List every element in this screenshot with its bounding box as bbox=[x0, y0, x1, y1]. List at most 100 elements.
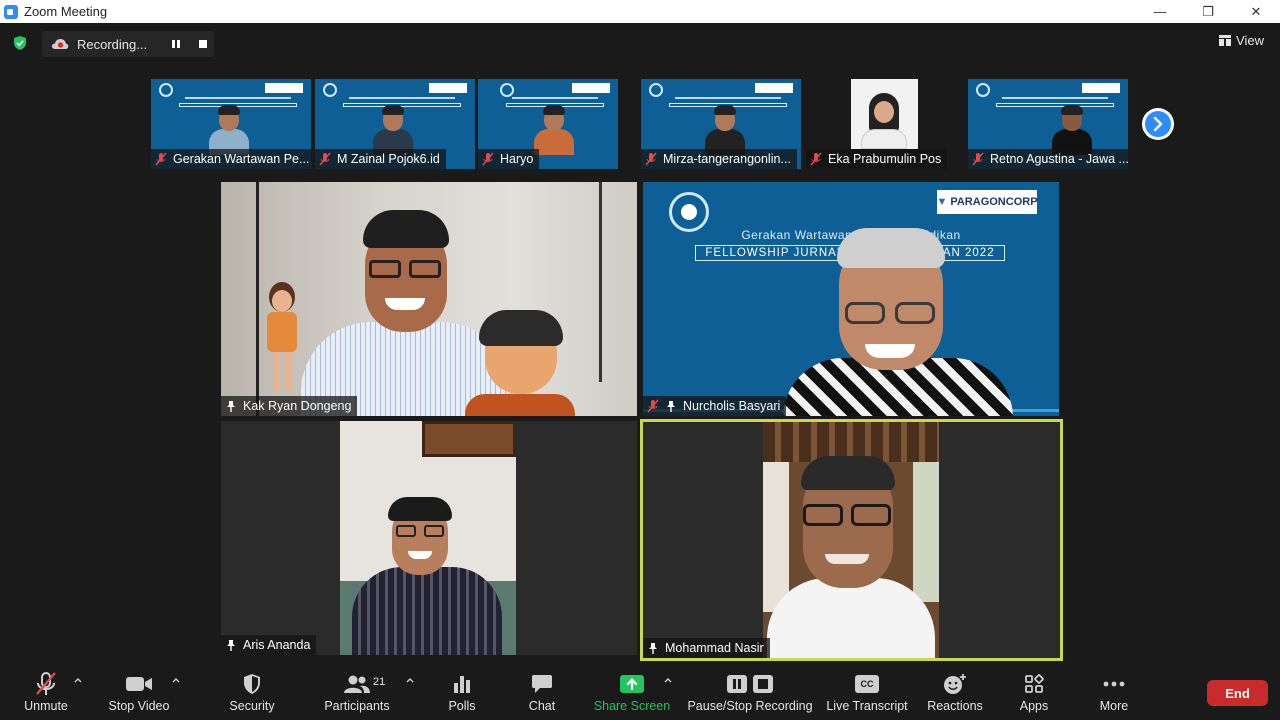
recording-label: Recording... bbox=[77, 36, 148, 52]
reactions-button[interactable]: Reactions bbox=[924, 663, 986, 720]
participant-name-tag: M Zainal Pojok6.id bbox=[315, 149, 446, 169]
end-meeting-button[interactable]: End bbox=[1207, 680, 1268, 706]
security-label: Security bbox=[229, 699, 275, 713]
participant-name: Retno Agustina - Jawa ... bbox=[990, 152, 1128, 166]
share-screen-label: Share Screen bbox=[593, 699, 671, 713]
more-button[interactable]: More bbox=[1094, 663, 1134, 720]
pin-icon bbox=[667, 400, 675, 412]
presenter bbox=[783, 228, 1023, 416]
video-camera-icon bbox=[126, 677, 152, 691]
sponsor-badge bbox=[1082, 83, 1120, 93]
share-options-caret-icon[interactable] bbox=[664, 677, 672, 683]
chevron-right-icon bbox=[1153, 116, 1163, 132]
reactions-smiley-icon bbox=[944, 674, 966, 694]
participant-video bbox=[209, 105, 249, 155]
light-stand bbox=[599, 182, 602, 382]
cloud-recording-icon bbox=[51, 39, 69, 49]
participant-name: Haryo bbox=[500, 152, 534, 166]
participant-thumbnail[interactable]: Retno Agustina - Jawa ... bbox=[968, 79, 1128, 169]
participant-video bbox=[705, 105, 745, 155]
mic-muted-icon bbox=[810, 152, 822, 166]
participant-video bbox=[373, 105, 413, 155]
participants-icon bbox=[344, 675, 370, 693]
zoom-app-icon bbox=[4, 4, 18, 19]
participant-thumbnail[interactable]: M Zainal Pojok6.id bbox=[315, 79, 475, 169]
participant-name-tag: Mohammad Nasir bbox=[643, 638, 770, 658]
banner-line bbox=[512, 97, 598, 99]
banner-line bbox=[675, 97, 781, 99]
sponsor-badge bbox=[755, 83, 793, 93]
view-button[interactable]: View bbox=[1219, 33, 1264, 48]
sponsor-badge bbox=[429, 83, 467, 93]
stop-video-button[interactable]: Stop Video bbox=[104, 663, 174, 720]
pin-icon bbox=[227, 400, 235, 412]
restore-button[interactable]: ❐ bbox=[1184, 0, 1232, 23]
participant-thumbnail[interactable]: Eka Prabumulin Pos bbox=[806, 79, 964, 169]
stop-recording-icon bbox=[753, 675, 773, 693]
participant-name: Nurcholis Basyari bbox=[683, 399, 781, 413]
minimize-button[interactable]: — bbox=[1136, 0, 1184, 23]
polls-button[interactable]: Polls bbox=[440, 663, 484, 720]
chat-label: Chat bbox=[528, 699, 556, 713]
banner-line bbox=[349, 97, 455, 99]
participant-name-tag: Eka Prabumulin Pos bbox=[806, 149, 948, 169]
sponsor-name: PARAGONCORP bbox=[950, 196, 1038, 208]
meeting-toolbar: Unmute Stop Video Security Participants … bbox=[0, 663, 1280, 720]
participant-name: Mohammad Nasir bbox=[665, 641, 764, 655]
meeting-area: Recording... View Gerakan Wartawan Pe... bbox=[0, 23, 1280, 663]
pin-icon bbox=[649, 642, 657, 654]
mic-muted-icon bbox=[155, 152, 167, 166]
unmute-button[interactable]: Unmute bbox=[18, 663, 74, 720]
title-bar: Zoom Meeting — ❐ ✕ bbox=[0, 0, 1280, 23]
security-button[interactable]: Security bbox=[224, 663, 280, 720]
pause-stop-recording-label: Pause/Stop Recording bbox=[687, 699, 813, 713]
participant-name-tag: Haryo bbox=[478, 149, 540, 169]
pause-recording-icon[interactable] bbox=[170, 38, 182, 50]
window-title: Zoom Meeting bbox=[24, 4, 108, 19]
more-label: More bbox=[1099, 699, 1129, 713]
share-screen-button[interactable]: Share Screen bbox=[592, 663, 672, 720]
participant-name: Gerakan Wartawan Pe... bbox=[173, 152, 310, 166]
encryption-shield-icon[interactable] bbox=[12, 35, 28, 51]
sponsor-badge bbox=[572, 83, 610, 93]
participant-video bbox=[763, 422, 939, 658]
mic-muted-icon bbox=[972, 152, 984, 166]
participant-thumbnail[interactable]: Gerakan Wartawan Pe... bbox=[151, 79, 311, 169]
participant-thumbnail[interactable]: Mirza-tangerangonlin... bbox=[641, 79, 801, 169]
close-button[interactable]: ✕ bbox=[1232, 0, 1280, 23]
apps-button[interactable]: Apps bbox=[1014, 663, 1054, 720]
participant-video-tile[interactable]: Aris Ananda bbox=[221, 421, 637, 655]
stop-video-label: Stop Video bbox=[108, 699, 170, 713]
participant-video bbox=[1052, 105, 1092, 155]
participant-name-tag: Mirza-tangerangonlin... bbox=[641, 149, 797, 169]
participant-name-tag: Gerakan Wartawan Pe... bbox=[151, 149, 311, 169]
participants-button[interactable]: Participants bbox=[320, 663, 394, 720]
shield-icon bbox=[244, 674, 260, 694]
stop-recording-icon[interactable] bbox=[197, 38, 209, 50]
sponsor-badge: ▼ PARAGONCORP bbox=[936, 190, 1038, 214]
participant-name: Kak Ryan Dongeng bbox=[243, 399, 352, 413]
mic-muted-icon bbox=[319, 152, 331, 166]
pause-stop-recording-button[interactable]: Pause/Stop Recording bbox=[686, 663, 814, 720]
live-transcript-label: Live Transcript bbox=[826, 699, 908, 713]
audio-options-caret-icon[interactable] bbox=[74, 677, 82, 683]
mic-muted-icon bbox=[482, 152, 494, 166]
next-page-button[interactable] bbox=[1142, 108, 1174, 140]
closed-caption-icon: CC bbox=[855, 675, 879, 693]
participants-options-caret-icon[interactable] bbox=[406, 677, 414, 683]
puppet-boy bbox=[465, 310, 575, 416]
live-transcript-button[interactable]: CC Live Transcript bbox=[824, 663, 910, 720]
more-dots-icon bbox=[1103, 681, 1125, 687]
participant-video-tile[interactable]: Mohammad Nasir bbox=[643, 422, 1060, 658]
chat-button[interactable]: Chat bbox=[522, 663, 562, 720]
participant-video-tile[interactable]: ▼ PARAGONCORP Gerakan Wartawan Peduli Pe… bbox=[643, 182, 1059, 416]
participant-thumbnail[interactable]: Haryo bbox=[478, 79, 618, 169]
banner-logo bbox=[323, 83, 337, 97]
pause-recording-icon bbox=[727, 675, 747, 693]
participant-video-tile[interactable]: Kak Ryan Dongeng bbox=[221, 182, 637, 416]
participant-name-tag: Nurcholis Basyari bbox=[643, 396, 787, 416]
video-options-caret-icon[interactable] bbox=[172, 677, 180, 683]
apps-label: Apps bbox=[1019, 699, 1049, 713]
light-stand bbox=[256, 182, 259, 416]
participant-name: Aris Ananda bbox=[243, 638, 311, 652]
